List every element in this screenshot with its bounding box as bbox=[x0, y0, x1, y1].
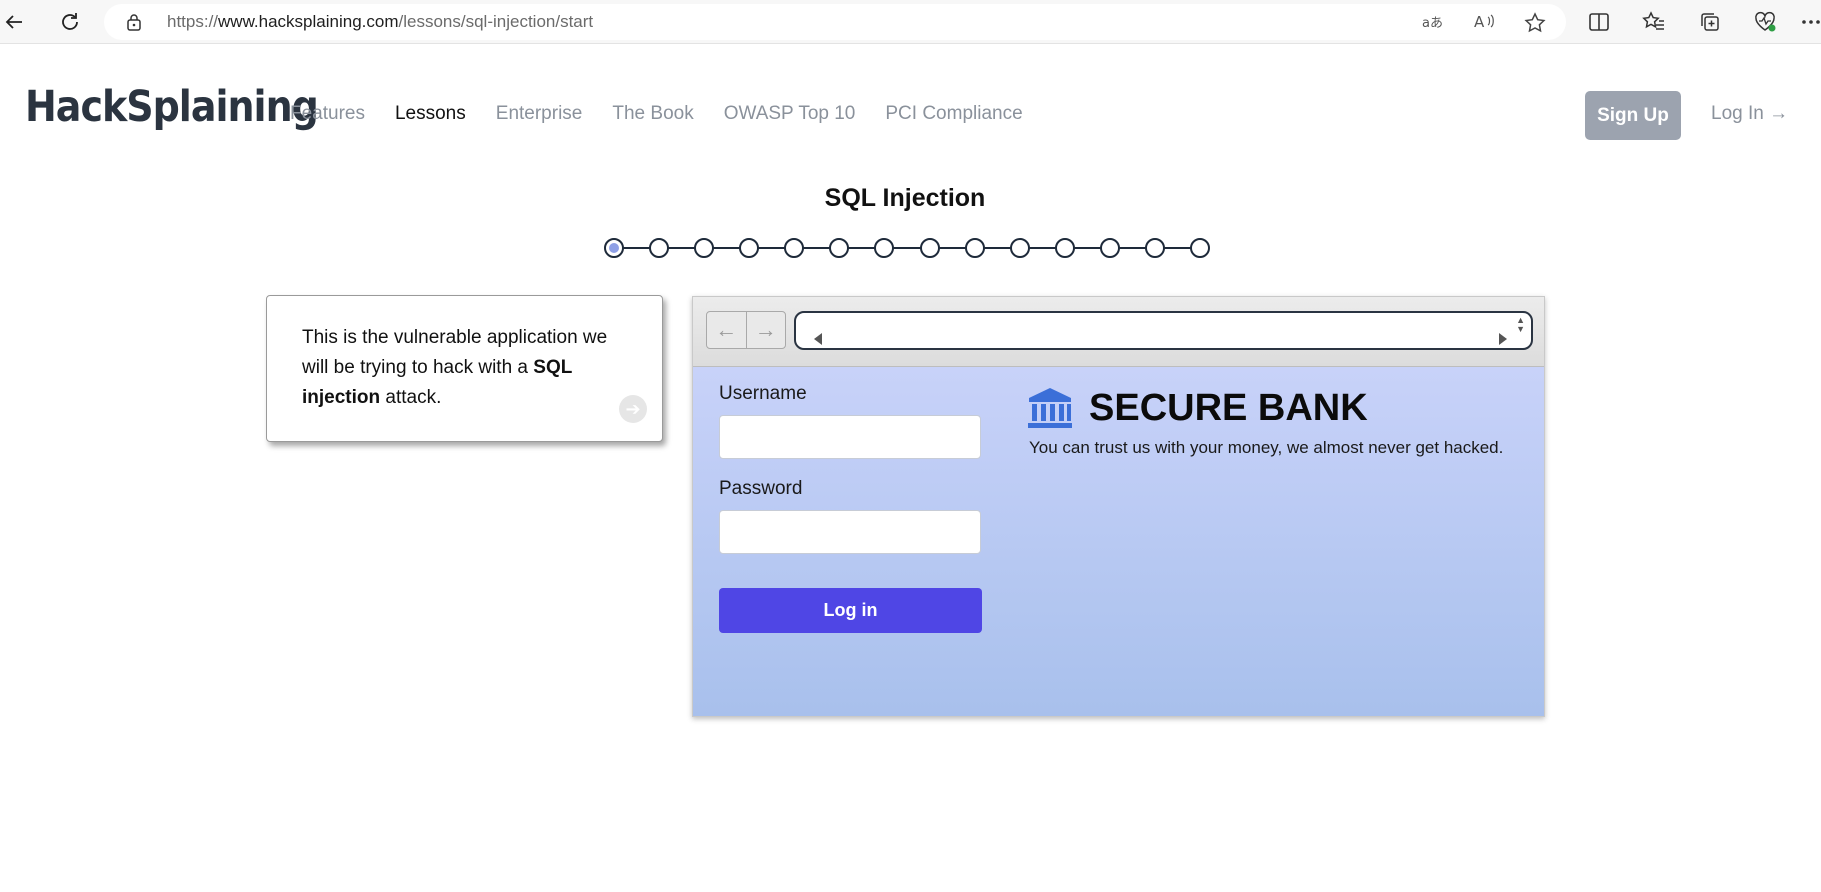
site-logo[interactable]: HackSplaining bbox=[25, 82, 319, 131]
progress-step-13[interactable] bbox=[1145, 238, 1165, 258]
scroll-left-icon[interactable] bbox=[814, 333, 822, 345]
password-label: Password bbox=[719, 478, 803, 499]
address-bar[interactable]: https://www.hacksplaining.com/lessons/sq… bbox=[104, 4, 1566, 40]
svg-text:A: A bbox=[1474, 13, 1485, 31]
password-input[interactable] bbox=[719, 510, 981, 554]
progress-step-4[interactable] bbox=[739, 238, 759, 258]
next-step-icon[interactable]: ➔ bbox=[619, 395, 647, 423]
url-host: www.hacksplaining.com bbox=[218, 12, 399, 31]
progress-step-9[interactable] bbox=[965, 238, 985, 258]
progress-step-2[interactable] bbox=[649, 238, 669, 258]
progress-step-10[interactable] bbox=[1010, 238, 1030, 258]
demo-browser-window: ← → ▲ ▼ Username Password Log in SECURE … bbox=[692, 296, 1545, 717]
nav-features[interactable]: Features bbox=[290, 103, 365, 125]
progress-step-14[interactable] bbox=[1190, 238, 1210, 258]
demo-forward-icon[interactable]: → bbox=[745, 312, 786, 348]
signup-button[interactable]: Sign Up bbox=[1585, 91, 1681, 140]
bank-tagline: You can trust us with your money, we alm… bbox=[1029, 438, 1504, 457]
svg-text:aあ: aあ bbox=[1422, 16, 1443, 31]
split-screen-icon[interactable] bbox=[1587, 10, 1611, 34]
demo-back-icon[interactable]: ← bbox=[707, 312, 746, 348]
spinner-arrows-icon[interactable]: ▲ ▼ bbox=[1516, 316, 1525, 334]
more-icon[interactable] bbox=[1800, 10, 1821, 34]
nav-the-book[interactable]: The Book bbox=[612, 103, 693, 125]
bank-title: SECURE BANK bbox=[1089, 387, 1368, 429]
lock-icon[interactable] bbox=[126, 13, 142, 36]
progress-step-1[interactable] bbox=[604, 238, 624, 258]
progress-step-8[interactable] bbox=[920, 238, 940, 258]
demo-nav-buttons: ← → bbox=[706, 311, 786, 349]
nav-lessons[interactable]: Lessons bbox=[395, 103, 466, 125]
instruction-card: This is the vulnerable application we wi… bbox=[266, 295, 663, 442]
translate-icon[interactable]: aあ bbox=[1422, 12, 1444, 37]
refresh-icon[interactable] bbox=[58, 10, 82, 34]
progress-step-6[interactable] bbox=[829, 238, 849, 258]
progress-step-7[interactable] bbox=[874, 238, 894, 258]
demo-browser-toolbar: ← → ▲ ▼ bbox=[693, 297, 1544, 367]
main-nav: Features Lessons Enterprise The Book OWA… bbox=[290, 103, 1053, 125]
demo-url-field[interactable]: ▲ ▼ bbox=[794, 311, 1533, 350]
progress-step-5[interactable] bbox=[784, 238, 804, 258]
read-aloud-icon[interactable]: A bbox=[1474, 12, 1496, 37]
browser-essentials-icon[interactable] bbox=[1753, 10, 1777, 34]
scroll-right-icon[interactable] bbox=[1499, 333, 1507, 345]
progress-step-11[interactable] bbox=[1055, 238, 1075, 258]
nav-owasp-top-10[interactable]: OWASP Top 10 bbox=[724, 103, 856, 125]
collections-icon[interactable] bbox=[1698, 10, 1722, 34]
secure-bank-page: Username Password Log in SECURE BANK You… bbox=[693, 367, 1544, 716]
lesson-progress bbox=[604, 236, 1210, 260]
browser-toolbar: https://www.hacksplaining.com/lessons/sq… bbox=[0, 0, 1821, 44]
bank-icon bbox=[1027, 387, 1073, 434]
favorite-star-icon[interactable] bbox=[1524, 12, 1546, 39]
bank-login-button[interactable]: Log in bbox=[719, 588, 982, 633]
favorites-icon[interactable] bbox=[1642, 10, 1666, 34]
progress-step-3[interactable] bbox=[694, 238, 714, 258]
url-prefix: https:// bbox=[167, 12, 219, 31]
address-url: https://www.hacksplaining.com/lessons/sq… bbox=[167, 12, 593, 32]
back-icon[interactable] bbox=[2, 10, 26, 34]
lesson-title: SQL Injection bbox=[824, 184, 986, 212]
nav-pci-compliance[interactable]: PCI Compliance bbox=[885, 103, 1022, 125]
instruction-text-part: attack. bbox=[380, 387, 442, 408]
url-path: /lessons/sql-injection/start bbox=[398, 12, 594, 31]
instruction-text: This is the vulnerable application we wi… bbox=[302, 323, 637, 413]
username-input[interactable] bbox=[719, 415, 981, 459]
login-link[interactable]: Log In → bbox=[1711, 103, 1788, 125]
username-label: Username bbox=[719, 383, 807, 404]
nav-enterprise[interactable]: Enterprise bbox=[496, 103, 583, 125]
progress-step-12[interactable] bbox=[1100, 238, 1120, 258]
